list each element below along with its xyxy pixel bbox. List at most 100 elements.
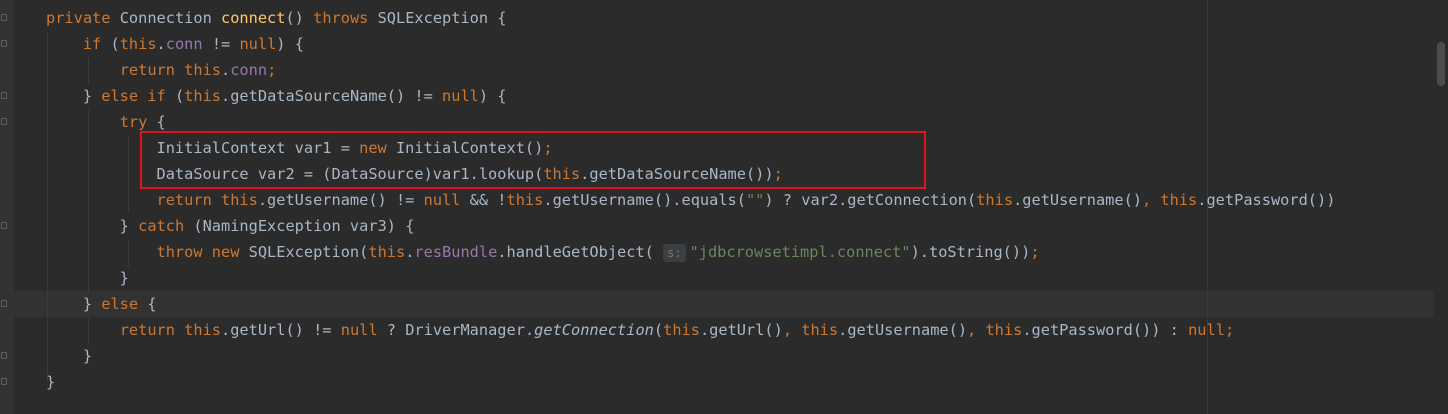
code-token: ( (110, 35, 120, 53)
code-token: null (340, 321, 387, 339)
code-token: this (220, 191, 258, 209)
code-token: "jdbcrowsetimpl.connect" (689, 243, 911, 261)
code-line[interactable]: throw new SQLException(this.resBundle.ha… (46, 239, 1040, 265)
code-token: else if (101, 87, 175, 105)
code-token: this (506, 191, 544, 209)
code-token: null (239, 35, 277, 53)
code-token: && ! (469, 191, 507, 209)
code-token: .getUrl() (699, 321, 783, 339)
code-token: . (156, 35, 166, 53)
fold-marker-icon[interactable] (1, 40, 7, 47)
code-token: return (119, 321, 185, 339)
code-line[interactable]: } else if (this.getDataSourceName() != n… (46, 83, 507, 109)
code-token: this (368, 243, 406, 261)
code-token: this (184, 87, 222, 105)
code-line[interactable]: if (this.conn != null) { (46, 31, 304, 57)
code-token: } (46, 295, 102, 313)
code-token: ? DriverManager. (386, 321, 535, 339)
code-token: ( (653, 321, 664, 339)
code-token: .getUsername() (1013, 191, 1142, 209)
code-token: .getDataSourceName() != (221, 87, 443, 105)
fold-marker-icon[interactable] (1, 14, 7, 21)
code-token: .getPassword()) (1197, 191, 1336, 209)
code-line[interactable]: } else { (46, 291, 157, 317)
code-token: this (801, 321, 839, 339)
fold-marker-icon[interactable] (1, 300, 7, 307)
fold-marker-icon[interactable] (1, 378, 7, 385)
code-token: } (46, 217, 139, 235)
code-token: != (202, 35, 240, 53)
vertical-scrollbar[interactable] (1434, 0, 1448, 414)
code-token: SQLException( (248, 243, 369, 261)
code-line[interactable]: return this.getUsername() != null && !th… (46, 187, 1336, 213)
code-token: this (976, 191, 1014, 209)
code-token: .handleGetObject( (497, 243, 664, 261)
code-token: throw new (156, 243, 249, 261)
current-line-highlight (14, 291, 1434, 317)
code-line[interactable]: private Connection connect() throws SQLE… (46, 5, 507, 31)
code-token: "" (745, 191, 765, 209)
code-token: getConnection (534, 321, 654, 339)
code-token: } (46, 347, 93, 365)
code-token: return (156, 191, 221, 209)
code-token: null (423, 191, 470, 209)
code-token: if (82, 35, 111, 53)
code-token: this (663, 321, 700, 339)
code-token: ; (1224, 321, 1235, 339)
code-token: ; (267, 61, 277, 79)
code-token: this (985, 321, 1023, 339)
code-token: this (184, 61, 221, 79)
editor-gutter (0, 0, 14, 414)
code-token: ) ? var2.getConnection( (764, 191, 977, 209)
code-token: , (1142, 191, 1161, 209)
code-line[interactable]: } (46, 369, 55, 395)
code-token: catch (138, 217, 194, 235)
code-line[interactable]: } catch (NamingException var3) { (46, 213, 415, 239)
code-token: { (156, 113, 166, 131)
code-token: , (782, 321, 802, 339)
code-token: conn (230, 61, 268, 79)
code-token: .getUsername() (838, 321, 968, 339)
fold-marker-icon[interactable] (1, 118, 7, 125)
code-token: connect (221, 9, 286, 27)
code-token: { (147, 295, 157, 313)
code-token: conn (165, 35, 203, 53)
fold-marker-icon[interactable] (1, 92, 7, 99)
code-token: return (119, 61, 185, 79)
code-line[interactable]: } (46, 265, 129, 291)
code-token: null (442, 87, 479, 105)
code-token: try (119, 113, 157, 131)
code-token: null (1188, 321, 1225, 339)
code-token: Connection (119, 9, 221, 27)
code-token: .getUrl() != (221, 321, 341, 339)
code-token: private (46, 9, 120, 27)
code-token: ) { (276, 35, 304, 53)
code-token: } (46, 87, 102, 105)
fold-marker-icon[interactable] (1, 352, 7, 359)
code-token: ( (174, 87, 185, 105)
code-token: ).toString()) (910, 243, 1031, 261)
fold-marker-icon[interactable] (1, 222, 7, 229)
code-token: } (46, 373, 56, 391)
code-token: .getUsername() != (257, 191, 424, 209)
highlight-annotation-box (140, 131, 926, 189)
code-token: resBundle (414, 243, 498, 261)
code-editor[interactable]: private Connection connect() throws SQLE… (0, 0, 1448, 414)
code-line[interactable]: return this.conn; (46, 57, 277, 83)
code-token: this (1160, 191, 1198, 209)
code-token: () (285, 9, 314, 27)
code-line[interactable]: return this.getUrl() != null ? DriverMan… (46, 317, 1234, 343)
code-token: this (184, 321, 221, 339)
code-token: this (119, 35, 157, 53)
code-token: SQLException { (377, 9, 507, 27)
code-token: throws (313, 9, 378, 27)
code-line[interactable]: } (46, 343, 92, 369)
code-token: (NamingException var3) { (193, 217, 415, 235)
scrollbar-thumb[interactable] (1437, 42, 1445, 86)
